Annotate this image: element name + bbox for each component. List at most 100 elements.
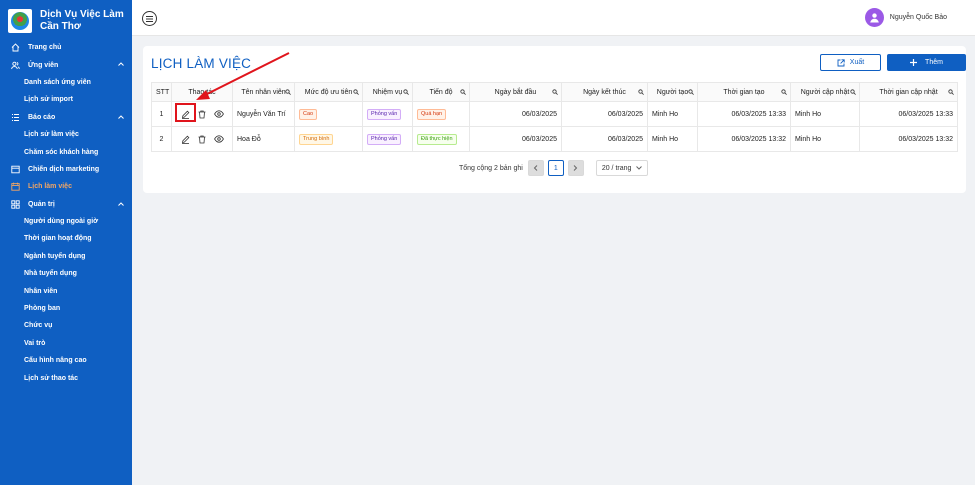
sidebar-item[interactable]: Chăm sóc khách hàng [0, 143, 132, 160]
search-icon[interactable] [403, 89, 409, 97]
sidebar-item-label: Ứng viên [28, 61, 59, 69]
column-header: Nhiệm vụ [362, 82, 413, 102]
column-header: Thời gian cập nhật [859, 82, 958, 102]
sidebar-item[interactable]: Trang chủ [0, 39, 132, 56]
end-date: 06/03/2025 [561, 101, 648, 127]
logo [8, 8, 32, 33]
prev-page-button[interactable] [527, 160, 544, 176]
delete-icon[interactable] [197, 109, 207, 119]
home-icon [11, 43, 20, 52]
sidebar-item[interactable]: Cấu hình nâng cao [0, 352, 132, 369]
priority-cell: Cao [294, 101, 363, 127]
delete-icon[interactable] [197, 134, 207, 144]
sidebar-item[interactable]: Chức vụ [0, 317, 132, 334]
search-icon[interactable] [688, 89, 694, 97]
updater: Minh Ho [790, 126, 860, 152]
creator: Minh Ho [647, 126, 698, 152]
search-icon[interactable] [285, 89, 291, 97]
users-icon [11, 61, 20, 70]
column-header-label: Người cập nhật [800, 88, 850, 96]
sidebar-item[interactable]: Người dùng ngoài giờ [0, 213, 132, 230]
top-header: Nguyễn Quốc Bảo [132, 0, 975, 36]
sidebar-item-label: Trang chủ [28, 44, 62, 52]
sidebar-item[interactable]: Báo cáo [0, 109, 132, 126]
page-size-select[interactable]: 20 / trang [595, 160, 648, 176]
search-icon[interactable] [353, 89, 359, 97]
pagination-total: Tổng cộng 2 bản ghi [459, 164, 523, 172]
column-header: Người tạo [647, 82, 698, 102]
progress-cell: Đã thực hiện [412, 126, 470, 152]
employee-name: Nguyễn Văn Trí [232, 101, 295, 127]
chevron-right-icon [573, 165, 578, 171]
sidebar-item[interactable]: Quản trị [0, 196, 132, 213]
sidebar-item[interactable]: Ứng viên [0, 56, 132, 73]
next-page-button[interactable] [567, 160, 584, 176]
column-header: Ngày bắt đầu [469, 82, 562, 102]
sidebar-item[interactable]: Lịch làm việc [0, 178, 132, 195]
sidebar-item[interactable]: Lịch sử import [0, 91, 132, 108]
column-header-label: Thời gian tạo [723, 88, 765, 96]
sidebar-item-label: Thời gian hoạt động [24, 235, 92, 243]
table-row: 2 Hoa Đỗ Trung bình Phỏng vấn Đã thực hiện 06… [151, 126, 958, 152]
sidebar-item-label: Vai trò [24, 339, 46, 347]
brand[interactable]: Dịch Vụ Việc Làm Cần Thơ [0, 0, 132, 36]
column-header-label: Ngày kết thúc [583, 88, 626, 96]
sidebar-item[interactable]: Nhà tuyển dụng [0, 265, 132, 282]
sidebar-item-label: Lịch sử import [24, 96, 74, 104]
sidebar-item-label: Ngành tuyển dụng [24, 252, 86, 260]
row-actions [171, 126, 233, 152]
annotation-highlight-box [175, 103, 196, 122]
view-icon[interactable] [214, 109, 224, 119]
column-header-label: Người tạo [656, 88, 689, 96]
sidebar-item[interactable]: Lịch sử thao tác [0, 369, 132, 386]
column-header: Thời gian tạo [697, 82, 791, 102]
report-list-icon [11, 113, 20, 122]
priority-tag: Trung bình [299, 133, 334, 145]
column-header-label: Tiến độ [429, 88, 453, 96]
column-header: Tiến độ [412, 82, 470, 102]
column-header: Mức độ ưu tiên [294, 82, 363, 102]
sidebar-item-label: Báo cáo [28, 113, 56, 121]
sidebar-item[interactable]: Chiến dịch marketing [0, 161, 132, 178]
view-icon[interactable] [214, 134, 224, 144]
sidebar-item-label: Chăm sóc khách hàng [24, 148, 99, 156]
page-title: LỊCH LÀM VIỆC [151, 56, 252, 71]
progress-tag: Quá hạn [417, 108, 447, 120]
created-time: 06/03/2025 13:33 [697, 101, 791, 127]
sidebar-item-label: Lịch sử thao tác [24, 374, 79, 382]
row-index: 1 [151, 101, 172, 127]
page-1-button[interactable]: 1 [547, 160, 564, 176]
end-date: 06/03/2025 [561, 126, 648, 152]
sidebar-item[interactable]: Vai trò [0, 335, 132, 352]
search-icon[interactable] [638, 89, 644, 97]
sidebar-item-label: Nhà tuyển dụng [24, 270, 77, 278]
search-icon[interactable] [781, 89, 787, 97]
menu-toggle-icon[interactable] [142, 11, 157, 26]
calendar-icon [11, 182, 20, 191]
user-menu[interactable]: Nguyễn Quốc Bảo [864, 8, 947, 27]
sidebar-item[interactable]: Phòng ban [0, 300, 132, 317]
search-icon[interactable] [850, 89, 856, 97]
column-header-label: Nhiệm vụ [372, 88, 403, 96]
column-header-label: Thời gian cập nhật [879, 88, 938, 96]
sidebar-item-label: Chiến dịch marketing [28, 165, 100, 173]
sidebar-item[interactable]: Ngành tuyển dụng [0, 248, 132, 265]
export-button[interactable]: Xuất [820, 54, 881, 71]
sidebar-item-label: Cấu hình nâng cao [24, 357, 87, 365]
sidebar-item-label: Người dùng ngoài giờ [24, 218, 99, 226]
edit-icon[interactable] [180, 134, 190, 144]
sidebar-item-label: Phòng ban [24, 305, 61, 313]
add-button[interactable]: Thêm [887, 54, 966, 71]
admin-grid-icon [11, 200, 20, 209]
search-icon[interactable] [460, 89, 466, 97]
created-time: 06/03/2025 13:32 [697, 126, 791, 152]
plus-icon [910, 59, 918, 66]
sidebar-item[interactable]: Lịch sử làm việc [0, 126, 132, 143]
chevron-left-icon [534, 165, 538, 171]
search-icon[interactable] [552, 89, 558, 97]
updated-time: 06/03/2025 13:33 [859, 101, 958, 127]
sidebar-item[interactable]: Thời gian hoạt động [0, 230, 132, 247]
search-icon[interactable] [948, 89, 954, 97]
sidebar-item[interactable]: Danh sách ứng viên [0, 74, 132, 91]
sidebar-item[interactable]: Nhân viên [0, 282, 132, 299]
